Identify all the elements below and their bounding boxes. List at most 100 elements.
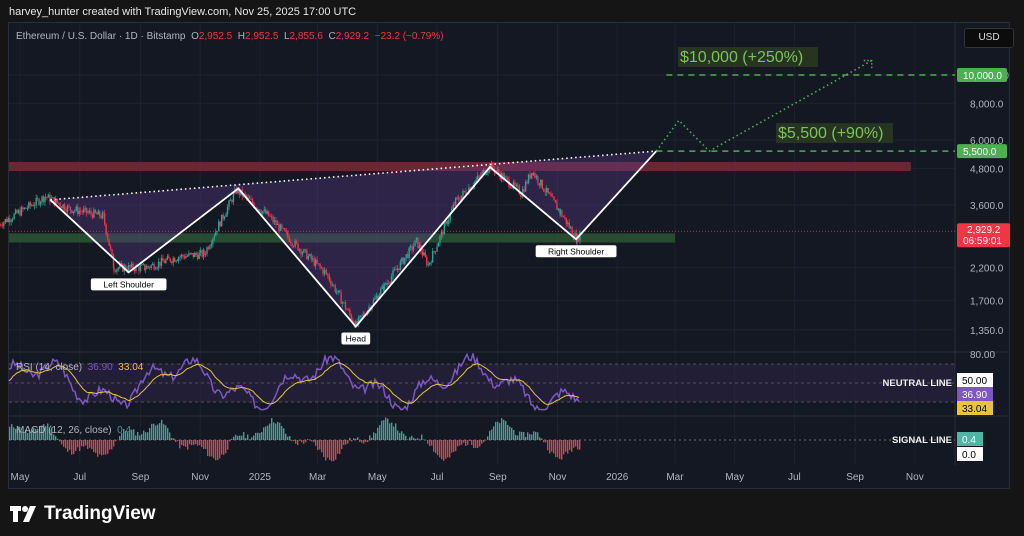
macd-histogram-bar	[363, 440, 365, 444]
candle	[418, 245, 421, 249]
macd-histogram-bar	[467, 440, 469, 445]
candle	[374, 297, 376, 300]
rsi-legend: RSI (14, close) 36.90 33.04	[16, 362, 144, 373]
candle	[146, 266, 148, 270]
candle	[228, 200, 230, 207]
candle	[344, 302, 347, 310]
candle	[172, 258, 174, 263]
candle	[333, 284, 335, 286]
macd-histogram-bar	[527, 432, 529, 440]
macd-histogram-bar	[505, 421, 507, 440]
candle	[149, 267, 151, 268]
candle	[102, 212, 104, 214]
macd-histogram-bar	[435, 440, 437, 454]
macd-histogram-bar	[349, 437, 351, 440]
candle	[222, 214, 224, 219]
macd-histogram-bar	[509, 426, 511, 440]
macd-histogram-bar	[133, 429, 135, 440]
macd-histogram-bar	[291, 440, 293, 442]
candle	[157, 261, 160, 268]
candle	[176, 260, 179, 262]
x-tick-label: Nov	[191, 472, 209, 483]
macd-histogram-bar	[251, 437, 253, 440]
candle	[415, 237, 418, 241]
macd-histogram-bar	[81, 440, 83, 447]
candle	[68, 205, 70, 207]
macd-histogram-bar	[545, 440, 547, 443]
macd-histogram-bar	[103, 440, 105, 455]
macd-histogram-bar	[323, 440, 325, 457]
candle	[312, 258, 314, 260]
target-axis-label: 5,500.0	[963, 147, 997, 158]
macd-histogram-bar	[539, 437, 541, 440]
candle	[421, 251, 424, 256]
candle	[180, 254, 183, 257]
macd-histogram-bar	[151, 423, 153, 440]
candle	[567, 222, 569, 224]
candle	[201, 250, 203, 257]
candle	[304, 249, 307, 251]
candle	[310, 254, 312, 260]
macd-histogram-bar	[549, 440, 551, 454]
candle	[337, 290, 339, 292]
high-value: 2,952.5	[245, 31, 279, 42]
macd-histogram-bar	[337, 440, 339, 454]
macd-histogram-bar	[79, 440, 81, 452]
candle	[156, 267, 158, 269]
candle	[317, 263, 320, 265]
candle	[23, 207, 26, 210]
macd-histogram-bar	[463, 440, 465, 443]
candle	[288, 237, 290, 243]
candle	[108, 239, 110, 246]
macd-histogram-bar	[327, 440, 329, 458]
x-tick-label: Sep	[489, 472, 507, 483]
macd-histogram-bar	[99, 440, 101, 455]
candle	[20, 207, 23, 216]
candle	[223, 216, 226, 219]
macd-histogram-bar	[579, 440, 581, 450]
candle	[259, 209, 261, 212]
macd-histogram-bar	[271, 418, 273, 440]
macd-histogram-bar	[371, 437, 373, 440]
candle	[349, 309, 351, 315]
candle	[543, 188, 545, 192]
candle	[111, 249, 113, 255]
macd-histogram-bar	[431, 440, 433, 446]
candle	[56, 198, 58, 203]
macd-histogram-bar	[177, 440, 179, 442]
candle	[88, 210, 91, 213]
candle	[209, 246, 211, 249]
candle	[294, 240, 296, 247]
candle	[537, 176, 539, 184]
candle	[401, 257, 403, 262]
candle	[291, 243, 293, 247]
macd-histogram-bar	[443, 440, 445, 461]
candle	[162, 257, 164, 262]
macd-histogram-bar	[379, 425, 381, 440]
candle	[443, 223, 446, 235]
currency-button[interactable]: USD	[964, 28, 1014, 48]
candle	[550, 193, 552, 197]
candle	[565, 217, 567, 224]
macd-histogram-bar	[259, 433, 261, 440]
macd-histogram-bar	[561, 440, 563, 460]
price-tick-label: 8,000.0	[970, 99, 1004, 110]
price-chart[interactable]: May Jul Sep Nov 2025 Mar May Jul Sep Nov 2026 Mar Ma…	[0, 0, 1024, 536]
macd-histogram-bar	[511, 427, 513, 440]
macd-histogram-bar	[193, 440, 195, 445]
candle	[42, 196, 45, 203]
candle	[390, 276, 393, 283]
candle	[247, 197, 249, 199]
macd-histogram-bar	[141, 434, 143, 440]
candle	[142, 264, 145, 266]
macd-histogram-bar	[113, 440, 115, 447]
candle	[218, 221, 220, 232]
x-tick-label: Mar	[309, 472, 327, 483]
x-tick-label: 2025	[249, 472, 272, 483]
macd-histogram-bar	[199, 440, 201, 445]
macd-histogram-bar	[269, 423, 271, 440]
candle	[527, 174, 530, 184]
candle	[452, 204, 454, 210]
macd-histogram-bar	[459, 440, 461, 446]
candle	[94, 209, 97, 213]
